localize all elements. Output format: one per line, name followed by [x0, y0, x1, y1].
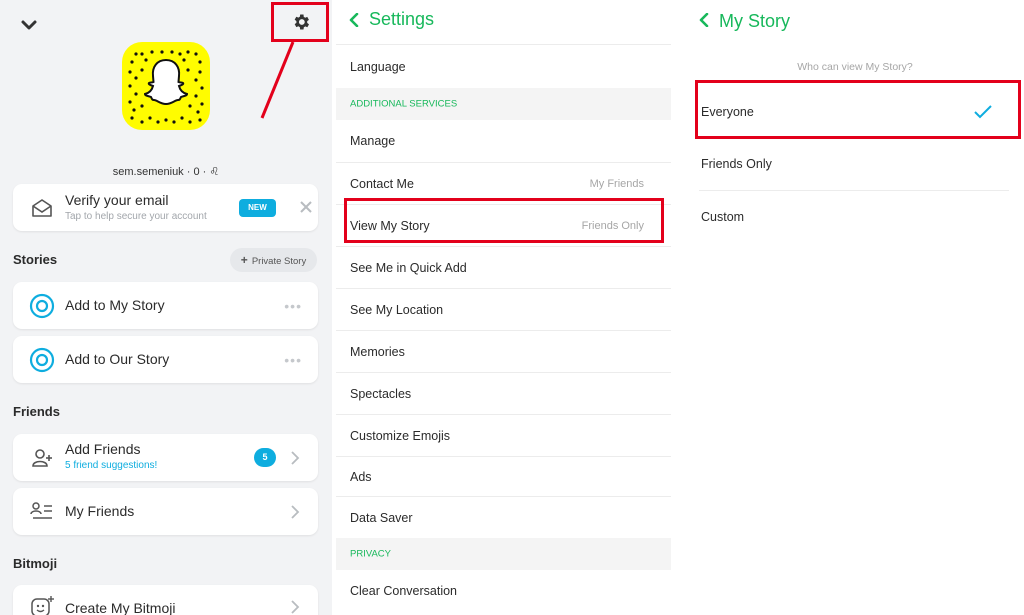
- add-friends-title: Add Friends: [65, 441, 141, 457]
- row-label: See My Location: [350, 302, 444, 317]
- gear-icon[interactable]: [291, 12, 311, 32]
- more-icon[interactable]: •••: [284, 298, 302, 314]
- who-can-view-label: Who can view My Story?: [797, 61, 913, 73]
- chevron-down-icon[interactable]: [20, 16, 38, 34]
- envelope-shield-icon: [32, 198, 52, 217]
- settings-row-manage[interactable]: Manage: [336, 120, 671, 162]
- back-chevron-icon[interactable]: [348, 13, 360, 27]
- private-story-button[interactable]: + Private Story: [230, 248, 317, 272]
- section-privacy: PRIVACY: [336, 538, 671, 570]
- row-label: Customize Emojis: [350, 428, 451, 443]
- settings-row-memories[interactable]: Memories: [336, 330, 671, 372]
- snapcode-dots: [128, 50, 204, 124]
- snapcode[interactable]: [122, 42, 210, 130]
- more-icon[interactable]: •••: [284, 352, 302, 368]
- settings-row-see-me-quick-add[interactable]: See Me in Quick Add: [336, 246, 671, 288]
- settings-row-language[interactable]: Language: [336, 44, 671, 88]
- username: sem.semeniuk · 0 · ♌: [112, 166, 220, 178]
- my-story-panel: My Story Who can view My Story? Everyone…: [686, 0, 1024, 615]
- row-label: Manage: [350, 134, 396, 148]
- stories-heading: Stories: [13, 252, 58, 267]
- my-friends-card[interactable]: My Friends: [13, 488, 318, 535]
- chevron-right-icon: [291, 504, 300, 519]
- chevron-right-icon: [291, 600, 300, 614]
- friends-heading: Friends: [13, 404, 60, 419]
- add-friend-icon: [32, 448, 52, 467]
- verify-email-title: Verify your email: [65, 192, 169, 208]
- profile-panel: sem.semeniuk · 0 · ♌ Verify your email T…: [0, 0, 332, 615]
- row-label: Language: [350, 59, 406, 74]
- row-label: Memories: [350, 344, 405, 359]
- add-friends-card[interactable]: Add Friends 5 friend suggestions! 5: [13, 434, 318, 481]
- settings-row-spectacles[interactable]: Spectacles: [336, 372, 671, 414]
- option-label: Friends Only: [701, 157, 772, 171]
- view-my-story-highlight: [344, 198, 664, 243]
- settings-row-see-my-location[interactable]: See My Location: [336, 288, 671, 330]
- add-friends-subtitle: 5 friend suggestions!: [65, 460, 158, 471]
- bitmoji-heading: Bitmoji: [13, 556, 58, 571]
- chevron-right-icon: [291, 450, 300, 465]
- my-story-title: My Story: [719, 11, 791, 31]
- row-value: My Friends: [589, 177, 644, 190]
- create-bitmoji-label: Create My Bitmoji: [65, 600, 176, 615]
- row-label: See Me in Quick Add: [350, 260, 467, 275]
- settings-panel: Settings Language ADDITIONAL SERVICES Ma…: [336, 0, 671, 615]
- my-friends-label: My Friends: [65, 503, 135, 519]
- friends-list-icon: [30, 501, 52, 519]
- back-chevron-icon[interactable]: [698, 13, 710, 27]
- option-label: Custom: [701, 210, 745, 224]
- bitmoji-icon: [31, 596, 54, 615]
- option-custom[interactable]: Custom: [699, 191, 1009, 243]
- row-label: Data Saver: [350, 510, 413, 525]
- story-item-my-story[interactable]: Add to My Story •••: [13, 282, 318, 329]
- everyone-highlight: [695, 80, 1021, 139]
- option-friends-only[interactable]: Friends Only: [699, 138, 1009, 191]
- story-item-our-story[interactable]: Add to Our Story •••: [13, 336, 318, 383]
- camera-icon: [29, 293, 55, 318]
- plus-icon: +: [240, 253, 248, 267]
- story-item-label: Add to Our Story: [65, 351, 170, 367]
- new-badge: NEW: [239, 199, 276, 217]
- settings-row-customize-emojis[interactable]: Customize Emojis: [336, 414, 671, 456]
- friend-count-badge: 5: [254, 448, 276, 467]
- section-additional-services: ADDITIONAL SERVICES: [336, 88, 671, 120]
- create-bitmoji-card[interactable]: Create My Bitmoji: [13, 585, 318, 615]
- section-label: PRIVACY: [350, 548, 392, 560]
- settings-row-clear-conversation[interactable]: Clear Conversation: [336, 570, 671, 612]
- section-label: ADDITIONAL SERVICES: [350, 98, 458, 110]
- story-item-label: Add to My Story: [65, 297, 165, 313]
- close-icon[interactable]: [299, 200, 313, 214]
- row-label: Ads: [350, 469, 372, 484]
- verify-email-card[interactable]: Verify your email Tap to help secure you…: [13, 184, 318, 231]
- settings-row-ads[interactable]: Ads: [336, 456, 671, 496]
- verify-email-subtitle: Tap to help secure your account: [65, 211, 207, 222]
- settings-title: Settings: [369, 9, 435, 29]
- row-label: Spectacles: [350, 386, 412, 401]
- settings-highlight: [271, 2, 329, 42]
- row-label: Contact Me: [350, 176, 414, 191]
- row-label: Clear Conversation: [350, 584, 457, 598]
- settings-row-data-saver[interactable]: Data Saver: [336, 496, 671, 538]
- private-story-label: Private Story: [251, 256, 307, 267]
- camera-icon: [29, 347, 55, 372]
